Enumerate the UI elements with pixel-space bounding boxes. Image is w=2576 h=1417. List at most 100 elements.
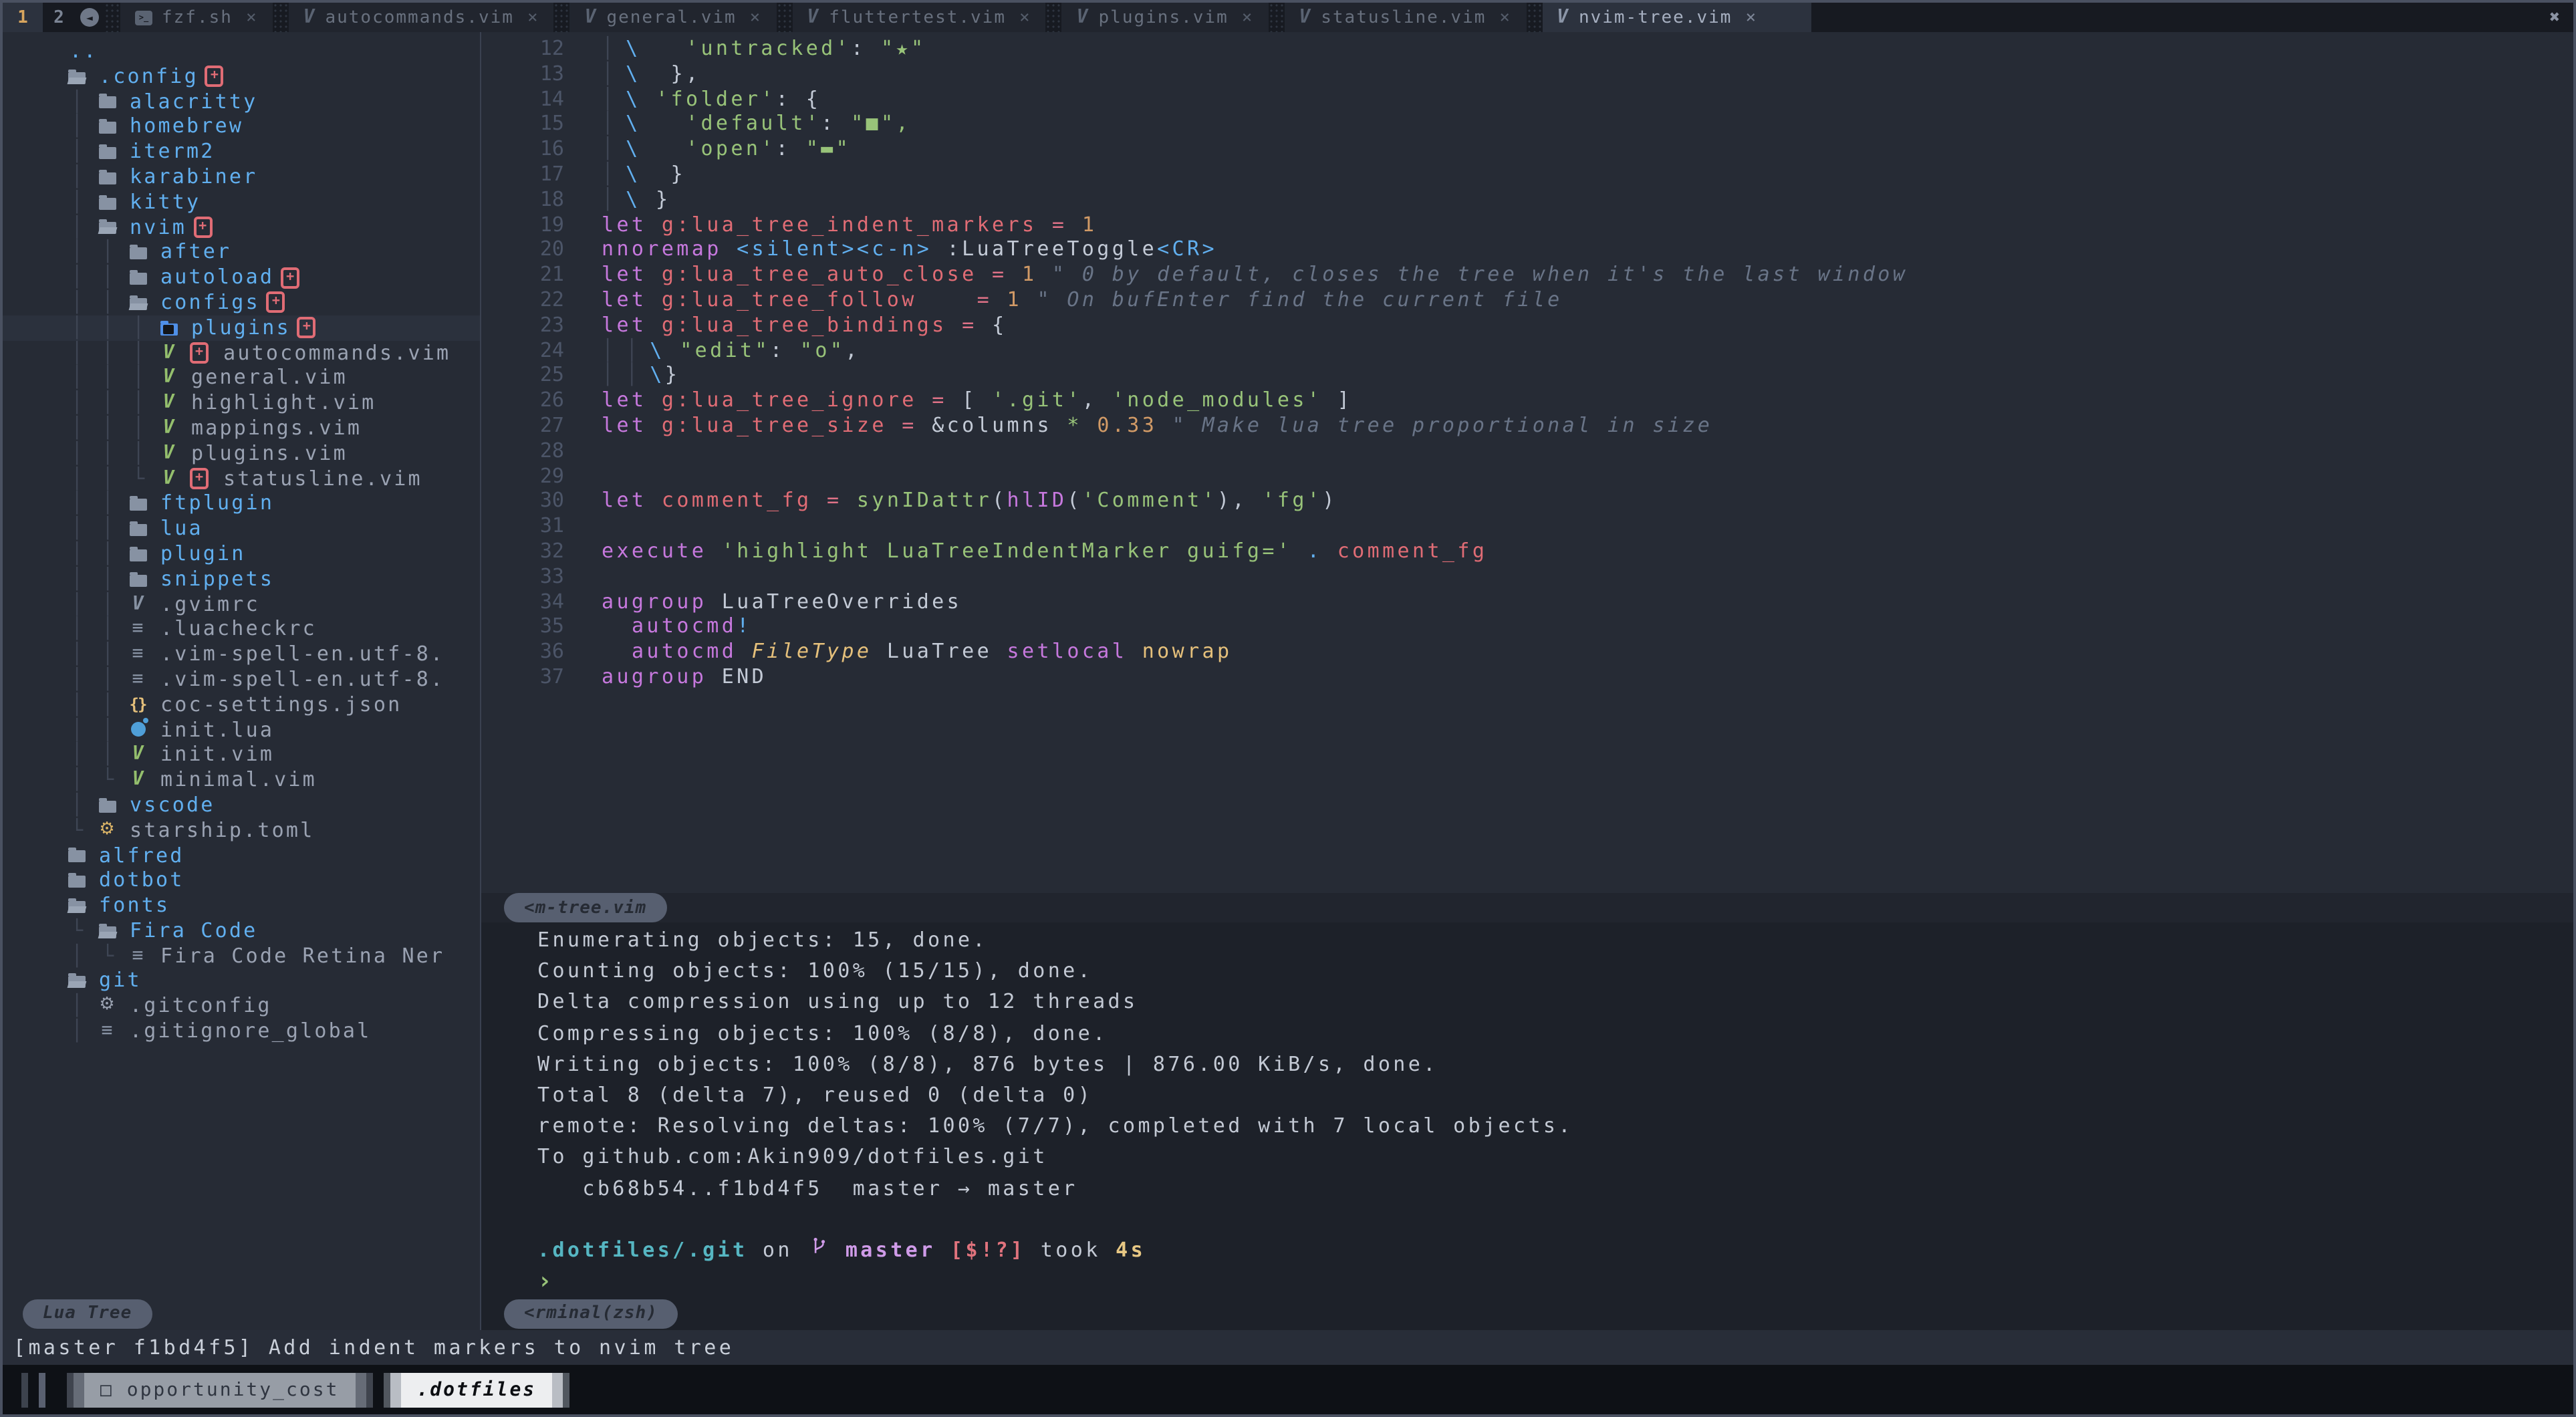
tmux-window-number-1[interactable]: 1 xyxy=(3,3,43,32)
code-editor[interactable]: 12│ \ 'untracked': "★"13│ \ },14│ \ 'fol… xyxy=(481,32,2573,893)
tree-row-vscode[interactable]: │vscode xyxy=(3,793,480,818)
tree-statusline: Lua Tree xyxy=(3,1297,480,1330)
code-line: 21let g:lua_tree_auto_close = 1 " 0 by d… xyxy=(481,262,2573,287)
code-text: augroup LuaTreeOverrides xyxy=(602,589,962,614)
line-number: 15 xyxy=(481,112,584,137)
indent-guide: │ xyxy=(61,215,92,240)
tmux-window-number-2[interactable]: 2 xyxy=(43,3,75,32)
tree-row-kitty[interactable]: │kitty xyxy=(3,190,480,215)
tree-row-mappings.vim[interactable]: │││Vmappings.vim xyxy=(3,416,480,441)
tree-row-plugins[interactable]: │││plugins+ xyxy=(3,315,480,341)
prompt-segment: Total 8 (delta 7), reused 0 (delta 0) xyxy=(537,1080,1093,1111)
tree-row-nvim[interactable]: │nvim+ xyxy=(3,215,480,240)
tab-autocommands.vim[interactable]: Vautocommands.vim× xyxy=(289,3,554,32)
tab-plugins.vim[interactable]: Vplugins.vim× xyxy=(1062,3,1269,32)
tree-label: iterm2 xyxy=(130,139,215,164)
tree-row-iterm2[interactable]: │iterm2 xyxy=(3,139,480,164)
line-number: 32 xyxy=(481,539,584,564)
tree-row-minimal.vim[interactable]: │└Vminimal.vim xyxy=(3,767,480,793)
tree-label: git xyxy=(99,969,142,994)
tmux-window--dotfiles[interactable]: .dotfiles xyxy=(383,1372,569,1407)
tab-close-icon[interactable]: × xyxy=(1019,7,1031,27)
tree-row-homebrew[interactable]: │homebrew xyxy=(3,114,480,140)
tree-row-highlight.vim[interactable]: │││Vhighlight.vim xyxy=(3,390,480,416)
tmux-window--opportunity-cost[interactable]: □ opportunity_cost xyxy=(67,1372,372,1407)
tree-label: init.vim xyxy=(160,743,274,768)
tree-row-fonts[interactable]: fonts xyxy=(3,893,480,918)
indent-guide: └ xyxy=(92,767,123,793)
indent-guide: │ xyxy=(61,692,92,717)
tree-row-karabiner[interactable]: │karabiner xyxy=(3,164,480,190)
code-text: let g:lua_tree_follow = 1 " On bufEnter … xyxy=(602,287,1563,313)
vim-icon: V xyxy=(154,341,183,365)
indent-guide: │ xyxy=(61,290,92,315)
tree-row-init.lua[interactable]: ││init.lua xyxy=(3,717,480,743)
tree-row-ftplugin[interactable]: ││ftplugin xyxy=(3,491,480,517)
tree-row-plugin[interactable]: ││plugin xyxy=(3,541,480,567)
tree-row-.vim-spell-en.utf-8.[interactable]: ││≡.vim-spell-en.utf-8. xyxy=(3,667,480,692)
back-circle-icon[interactable]: ◄ xyxy=(80,8,99,27)
tab-general.vim[interactable]: Vgeneral.vim× xyxy=(570,3,777,32)
tab-fluttertest.vim[interactable]: Vfluttertest.vim× xyxy=(792,3,1045,32)
tmux-status-bar: □ opportunity_cost .dotfiles xyxy=(3,1365,2573,1414)
tree-row-.gitignore_global[interactable]: │≡.gitignore_global xyxy=(3,1019,480,1044)
tree-row-statusline.vim[interactable]: ││└V+statusline.vim xyxy=(3,466,480,491)
code-line: 13│ \ }, xyxy=(481,61,2573,87)
tree-row-configs[interactable]: ││configs+ xyxy=(3,290,480,315)
line-number: 22 xyxy=(481,287,584,313)
tab-close-icon[interactable]: × xyxy=(1745,7,1757,27)
tree-row-plugins.vim[interactable]: │││Vplugins.vim xyxy=(3,441,480,467)
close-all-icon[interactable]: ✖ xyxy=(2536,3,2573,32)
tree-label: dotbot xyxy=(99,868,184,894)
tab-close-icon[interactable]: × xyxy=(750,7,762,27)
tree-row-dotbot[interactable]: dotbot xyxy=(3,868,480,894)
tree-label: .luacheckrc xyxy=(160,617,317,642)
tree-row-autocommands.vim[interactable]: │││V+autocommands.vim xyxy=(3,340,480,366)
tab-close-icon[interactable]: × xyxy=(1499,7,1511,27)
tree-row-.gvimrc[interactable]: ││V.gvimrc xyxy=(3,592,480,617)
vim-icon: V xyxy=(303,7,316,28)
tree-row-snippets[interactable]: ││snippets xyxy=(3,566,480,592)
git-new-badge: + xyxy=(205,66,224,87)
folder-open-icon xyxy=(123,291,152,315)
tree-row-lua[interactable]: ││lua xyxy=(3,516,480,541)
tree-row-init.vim[interactable]: ││Vinit.vim xyxy=(3,743,480,768)
tree-row-..[interactable]: .. xyxy=(3,39,480,64)
tree-row-.config[interactable]: .config+ xyxy=(3,64,480,90)
tab-close-icon[interactable]: × xyxy=(1242,7,1254,27)
tree-row-.luacheckrc[interactable]: ││≡.luacheckrc xyxy=(3,617,480,642)
gear-yellow-icon: ⚙ xyxy=(92,818,122,842)
tree-row-.vim-spell-en.utf-8.[interactable]: ││≡.vim-spell-en.utf-8. xyxy=(3,642,480,667)
terminal-pane[interactable]: Enumerating objects: 15, done.Counting o… xyxy=(481,922,2573,1297)
tab-close-icon[interactable]: × xyxy=(527,7,539,27)
tab-close-icon[interactable]: × xyxy=(246,7,258,27)
tree-row-autoload[interactable]: ││autoload+ xyxy=(3,265,480,290)
tab-separator xyxy=(1046,3,1062,32)
tree-row-after[interactable]: ││after xyxy=(3,240,480,265)
code-line: 15│ \ 'default': "■", xyxy=(481,112,2573,137)
tree-row-.gitconfig[interactable]: │⚙.gitconfig xyxy=(3,994,480,1019)
tree-row-alfred[interactable]: alfred xyxy=(3,843,480,868)
tree-row-starship.toml[interactable]: └⚙starship.toml xyxy=(3,817,480,843)
line-number: 20 xyxy=(481,237,584,263)
tree-row-Fira Code[interactable]: └Fira Code xyxy=(3,918,480,944)
code-line: 33 xyxy=(481,563,2573,589)
terminal-line: Writing objects: 100% (8/8), 876 bytes |… xyxy=(537,1049,2573,1080)
lua-icon xyxy=(123,718,152,742)
tab-fzf.sh[interactable]: >_fzf.sh× xyxy=(120,3,273,32)
tree-row-alacritty[interactable]: │alacritty xyxy=(3,89,480,114)
tree-label: statusline.vim xyxy=(223,466,422,491)
tab-separator xyxy=(273,3,289,32)
tree-row-general.vim[interactable]: │││Vgeneral.vim xyxy=(3,366,480,391)
line-number: 31 xyxy=(481,513,584,539)
tab-statusline.vim[interactable]: Vstatusline.vim× xyxy=(1284,3,1526,32)
code-text: let g:lua_tree_auto_close = 1 " 0 by def… xyxy=(602,262,1908,287)
line-number: 28 xyxy=(481,438,584,464)
tree-row-Fira Code Retina Ner[interactable]: │└≡Fira Code Retina Ner xyxy=(3,943,480,969)
tree-row-git[interactable]: git xyxy=(3,969,480,994)
tab-nvim-tree.vim[interactable]: Vnvim-tree.vim× xyxy=(1542,3,1811,32)
tree-row-coc-settings.json[interactable]: ││{}coc-settings.json xyxy=(3,692,480,717)
vim-icon: V xyxy=(123,743,152,767)
indent-guide: │ xyxy=(61,1019,92,1044)
line-number: 29 xyxy=(481,463,584,489)
